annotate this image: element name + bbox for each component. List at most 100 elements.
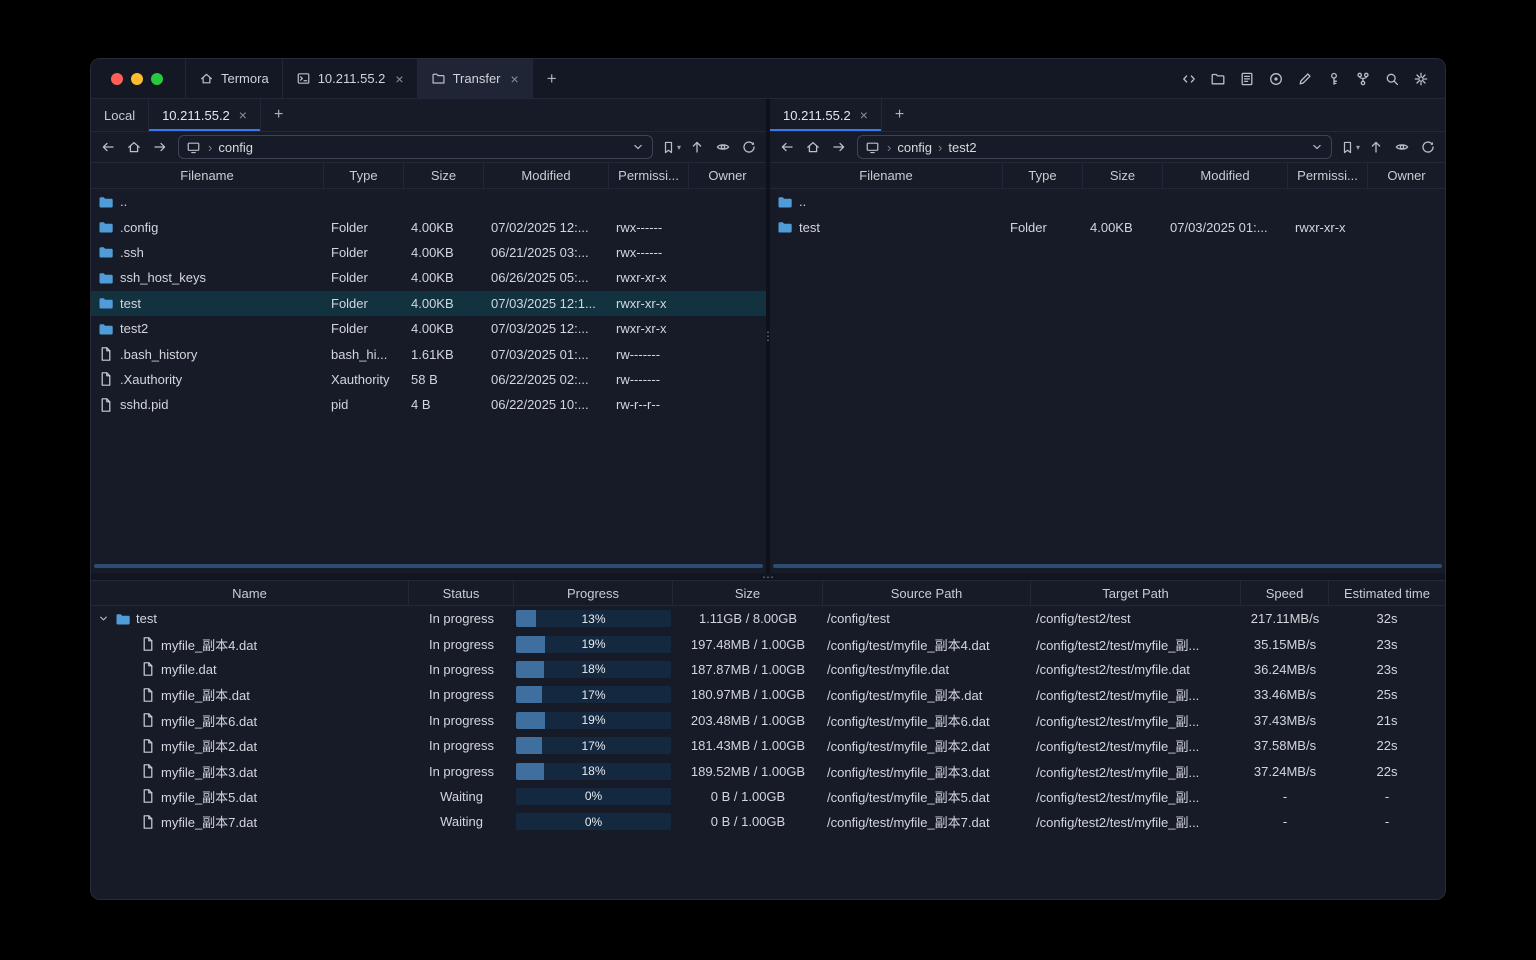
back-button[interactable] [96,135,120,159]
col-filename[interactable]: Filename [91,163,324,188]
log-button[interactable] [1235,67,1259,91]
tab-host-session[interactable]: 10.211.55.2 × [149,99,261,131]
transfer-col-target[interactable]: Target Path [1031,581,1241,605]
transfer-row[interactable]: myfile_副本2.dat In progress 17% 181.43MB … [91,733,1445,758]
parent-directory-button[interactable] [1364,135,1388,159]
scrollbar-thumb[interactable] [773,564,1442,568]
transfer-row[interactable]: myfile_副本7.dat Waiting 0% 0 B / 1.00GB /… [91,809,1445,834]
forward-button[interactable] [148,135,172,159]
transfer-progress-cell: 0% [514,787,673,805]
back-button[interactable] [775,135,799,159]
file-row[interactable]: test Folder 4.00KB 07/03/2025 01:... rwx… [770,214,1445,239]
minimize-window-button[interactable] [131,72,143,85]
titlebar-tab-transfer[interactable]: Transfer × [417,59,533,98]
tab-local[interactable]: Local [91,99,150,131]
transfer-row[interactable]: test In progress 13% 1.11GB / 8.00GB /co… [91,606,1445,631]
transfer-row[interactable]: myfile_副本4.dat In progress 19% 197.48MB … [91,631,1445,656]
col-modified[interactable]: Modified [1163,163,1288,188]
home-button[interactable] [122,135,146,159]
transfer-row[interactable]: myfile_副本5.dat Waiting 0% 0 B / 1.00GB /… [91,784,1445,809]
file-row[interactable]: .ssh Folder 4.00KB 06/21/2025 03:... rwx… [91,240,766,265]
parent-directory-button[interactable] [685,135,709,159]
new-tab-button[interactable]: + [533,59,571,98]
chevron-down-icon[interactable] [631,140,645,154]
search-button[interactable] [1380,67,1404,91]
col-owner[interactable]: Owner [1368,163,1445,188]
titlebar-tab-host[interactable]: 10.211.55.2 × [283,59,418,98]
breadcrumb-segment[interactable]: config [202,140,253,155]
file-row[interactable]: .. [770,189,1445,214]
transfer-row[interactable]: myfile_副本6.dat In progress 19% 203.48MB … [91,708,1445,733]
refresh-button[interactable] [1416,135,1440,159]
folder-button[interactable] [1206,67,1230,91]
col-type[interactable]: Type [324,163,404,188]
file-row[interactable]: .bash_history bash_hi... 1.61KB 07/03/20… [91,341,766,366]
zoom-window-button[interactable] [151,72,163,85]
file-row[interactable]: .Xauthority Xauthority 58 B 06/22/2025 0… [91,367,766,392]
col-modified[interactable]: Modified [484,163,609,188]
transfer-status: In progress [428,712,495,728]
close-tab-icon[interactable]: × [511,72,519,86]
horizontal-scrollbar[interactable] [91,561,766,571]
edit-button[interactable] [1293,67,1317,91]
chevron-down-icon[interactable] [1310,140,1324,154]
show-hidden-button[interactable] [711,135,735,159]
close-window-button[interactable] [111,72,123,85]
transfer-col-eta[interactable]: Estimated time [1329,581,1445,605]
new-session-tab-button[interactable]: + [261,99,296,131]
file-row[interactable]: sshd.pid pid 4 B 06/22/2025 10:... rw-r-… [91,392,766,417]
transfer-col-name[interactable]: Name [91,581,409,605]
close-tab-icon[interactable]: × [239,108,247,122]
key-button[interactable] [1322,67,1346,91]
transfer-col-speed[interactable]: Speed [1241,581,1329,605]
col-permissions[interactable]: Permissi... [1288,163,1368,188]
transfer-col-progress[interactable]: Progress [514,581,673,605]
folder-icon [1211,73,1225,84]
file-row[interactable]: ssh_host_keys Folder 4.00KB 06/26/2025 0… [91,265,766,290]
path-bar[interactable]: config [178,135,653,159]
tab-host-session[interactable]: 10.211.55.2 × [770,99,882,131]
collapse-chevron-icon[interactable] [98,613,110,625]
transfer-splitter[interactable]: ⋯ [91,571,1445,583]
branch-button[interactable] [1351,67,1375,91]
bookmark-button[interactable]: ▾ [1338,135,1362,159]
refresh-button[interactable] [737,135,761,159]
col-size[interactable]: Size [1083,163,1163,188]
col-type[interactable]: Type [1003,163,1083,188]
col-filename[interactable]: Filename [770,163,1003,188]
show-hidden-button[interactable] [1390,135,1414,159]
file-row[interactable]: .config Folder 4.00KB 07/02/2025 12:... … [91,214,766,239]
close-tab-icon[interactable]: × [395,72,403,86]
transfer-row[interactable]: myfile_副本.dat In progress 17% 180.97MB /… [91,682,1445,707]
progress-bar: 18% [516,660,671,678]
breadcrumb-segment[interactable]: config [881,140,932,155]
settings-button[interactable] [1409,67,1433,91]
horizontal-scrollbar[interactable] [770,561,1445,571]
path-bar[interactable]: configtest2 [857,135,1332,159]
col-size[interactable]: Size [404,163,484,188]
file-row[interactable]: .. [91,189,766,214]
transfer-row[interactable]: myfile.dat In progress 18% 187.87MB / 1.… [91,657,1445,682]
file-name-cell: test [770,219,1003,235]
col-owner[interactable]: Owner [689,163,766,188]
transfer-row[interactable]: myfile_副本3.dat In progress 18% 189.52MB … [91,758,1445,783]
transfer-source-path: /config/test/myfile_副本.dat [827,688,983,704]
transfer-speed: 37.58MB/s [1253,738,1317,754]
file-row[interactable]: test Folder 4.00KB 07/03/2025 12:1... rw… [91,290,766,316]
file-permissions: rwx------ [616,244,663,260]
transfer-col-source[interactable]: Source Path [823,581,1031,605]
col-permissions[interactable]: Permissi... [609,163,689,188]
breadcrumb-segment[interactable]: test2 [932,140,976,155]
forward-button[interactable] [827,135,851,159]
record-button[interactable] [1264,67,1288,91]
transfer-col-size[interactable]: Size [673,581,823,605]
close-tab-icon[interactable]: × [860,108,868,122]
titlebar-tab-termora[interactable]: Termora [185,59,283,98]
file-row[interactable]: test2 Folder 4.00KB 07/03/2025 12:... rw… [91,316,766,341]
new-session-tab-button[interactable]: + [882,99,917,131]
transfer-col-status[interactable]: Status [409,581,514,605]
code-button[interactable] [1177,67,1201,91]
scrollbar-thumb[interactable] [94,564,763,568]
bookmark-button[interactable]: ▾ [659,135,683,159]
home-button[interactable] [801,135,825,159]
